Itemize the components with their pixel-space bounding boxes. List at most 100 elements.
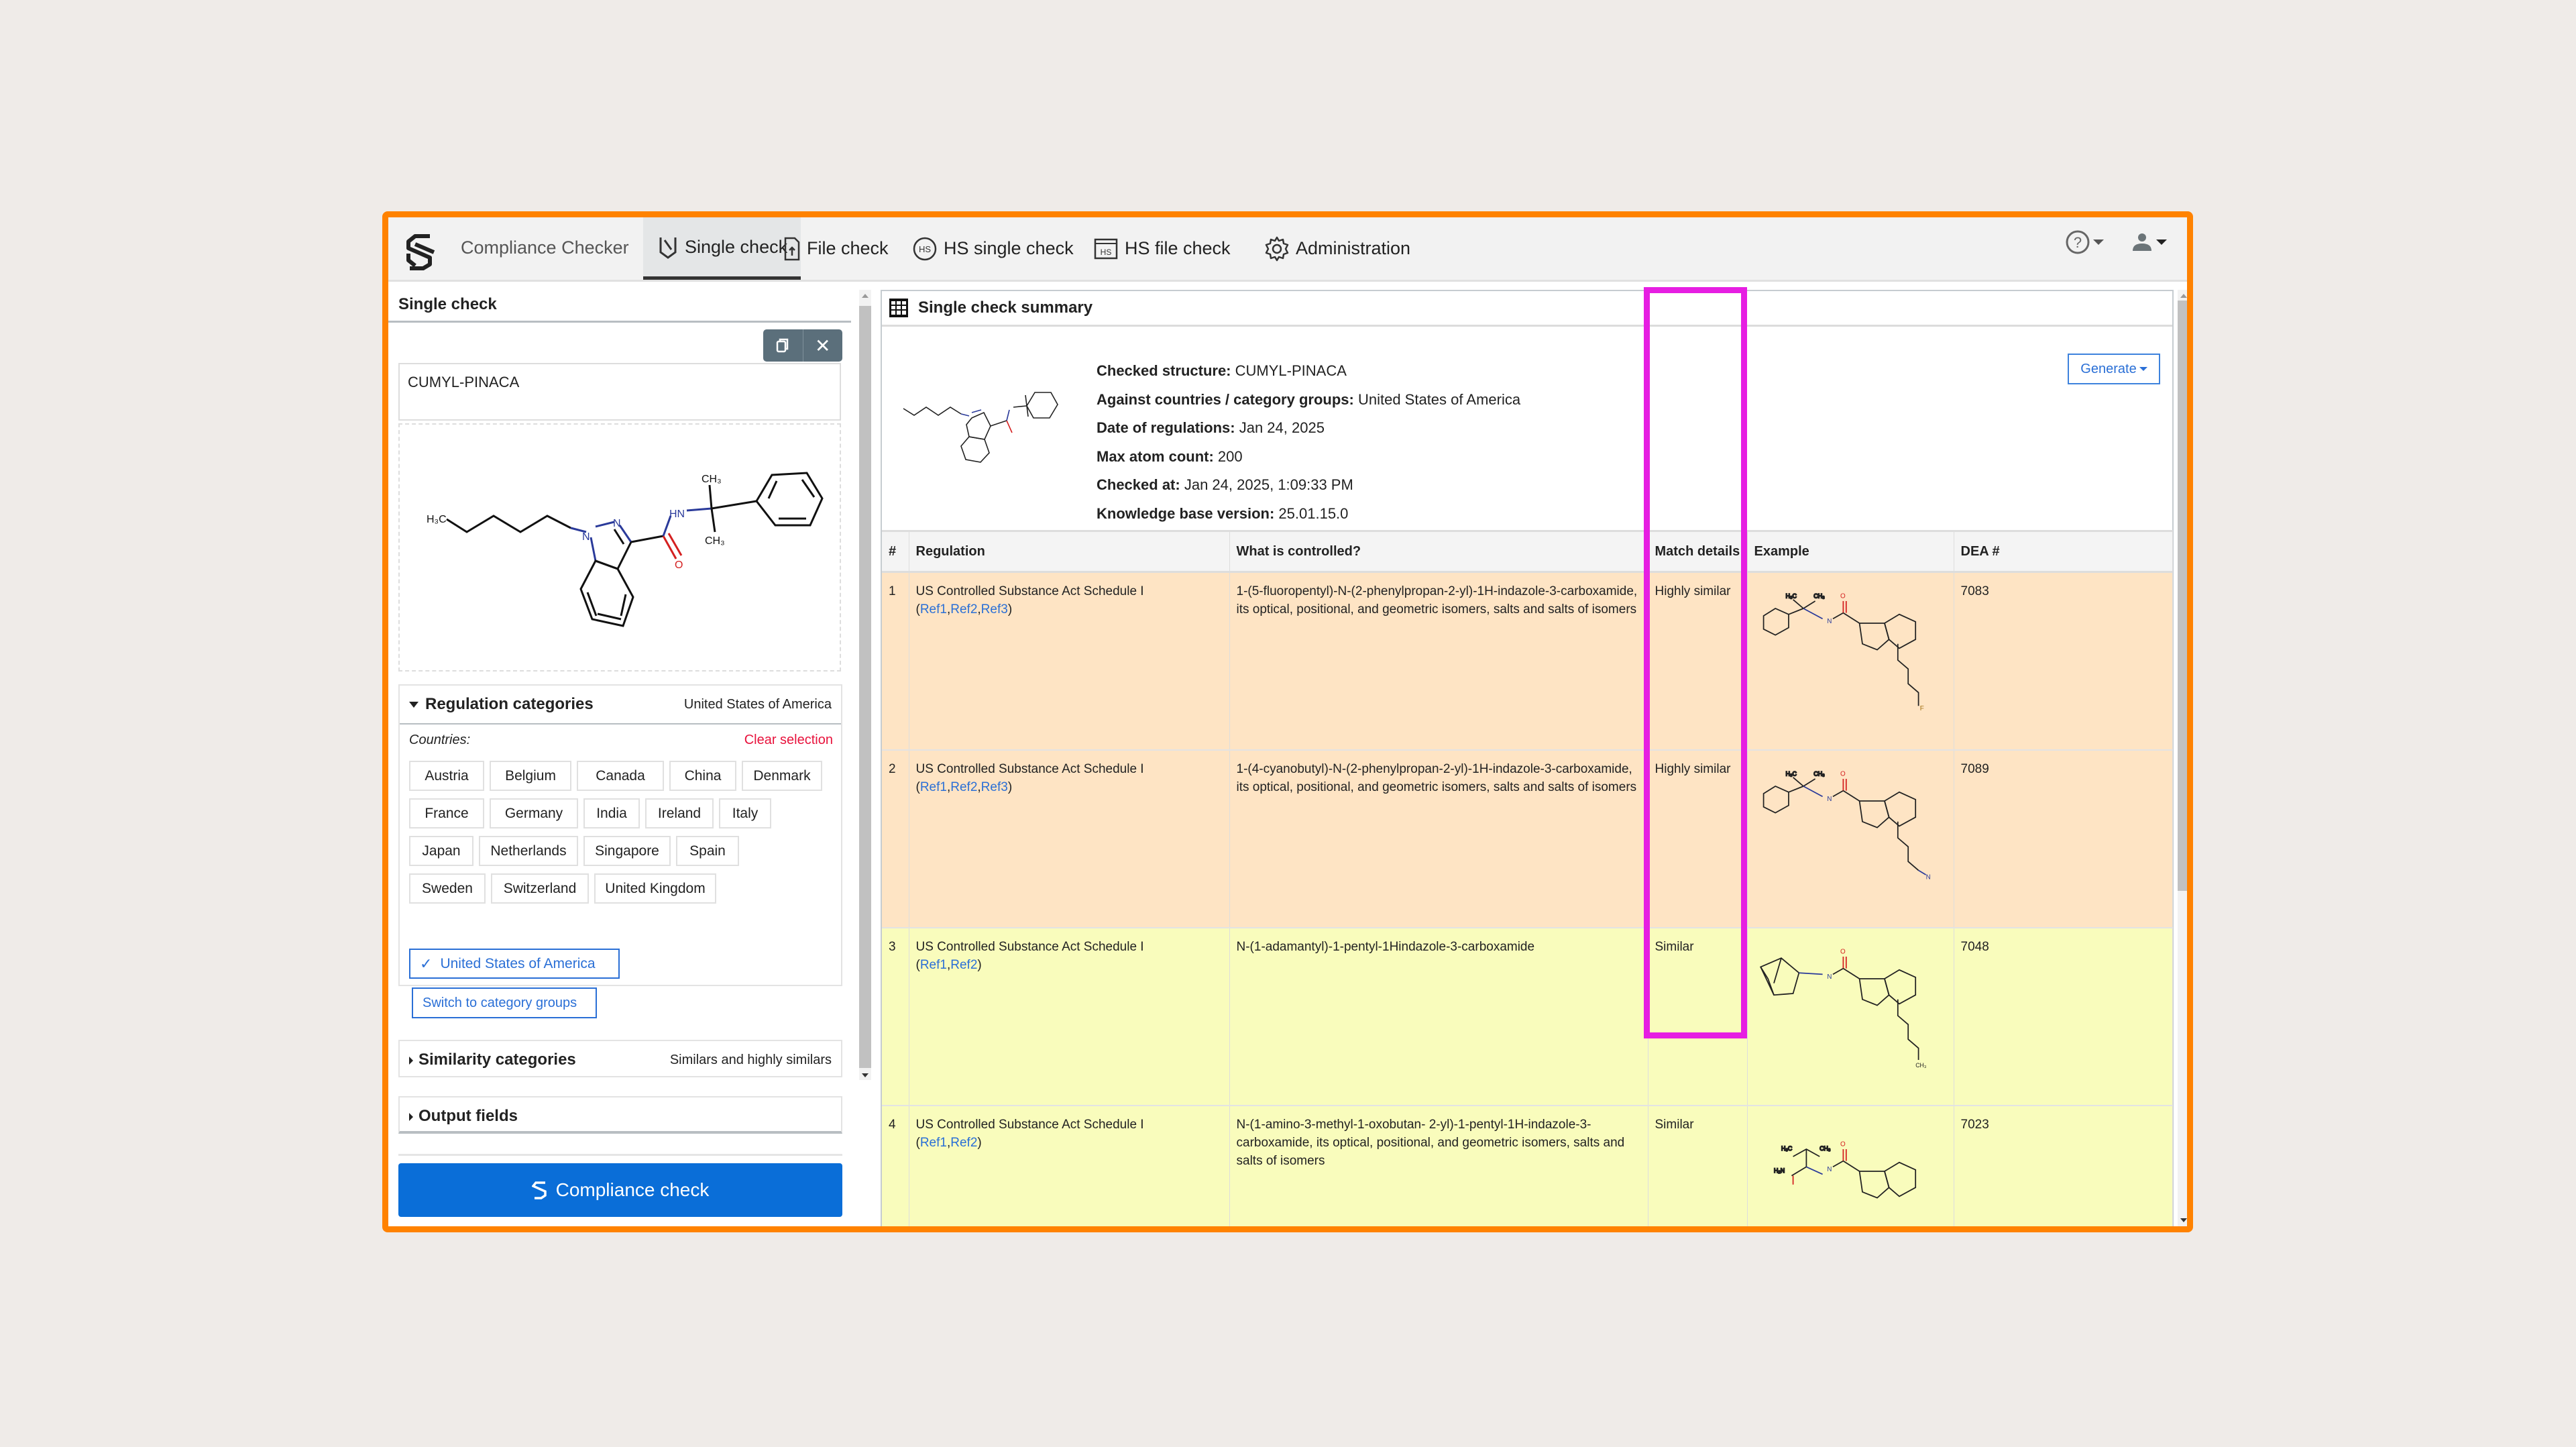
col-dea-number[interactable]: DEA # <box>1954 530 2173 573</box>
field-label: Max atom count: <box>1097 447 1214 465</box>
hs-globe-icon: HS <box>913 237 937 260</box>
help-menu-button[interactable]: ? <box>2065 229 2104 255</box>
scrollbar-thumb[interactable] <box>2178 301 2187 891</box>
right-scrollbar[interactable] <box>2178 290 2187 1226</box>
controlled-cell: 1-(4-cyanobutyl)-N-(2-phenylpropan-2-yl)… <box>1229 749 1648 928</box>
svg-text:H₃C: H₃C <box>1785 770 1797 777</box>
row-number: 1 <box>882 572 909 751</box>
summary-info: Checked structure: CUMYL-PINACA Against c… <box>882 327 2172 530</box>
reference-link[interactable]: Ref2 <box>950 780 977 794</box>
table-row[interactable]: 2 US Controlled Substance Act Schedule I(… <box>882 749 2173 928</box>
similarity-categories-panel[interactable]: Similarity categories Similars and highl… <box>398 1040 842 1077</box>
svg-text:N: N <box>1827 1166 1832 1173</box>
country-chip[interactable]: Canada <box>577 761 664 791</box>
regulation-name: US Controlled Substance Act Schedule I <box>915 939 1144 954</box>
regulation-categories-header[interactable]: Regulation categories United States of A… <box>400 686 841 725</box>
chevron-down-icon <box>2093 239 2104 245</box>
country-chip[interactable]: Austria <box>409 761 484 791</box>
reference-link[interactable]: Ref1 <box>920 780 947 794</box>
reference-link[interactable]: Ref3 <box>981 780 1008 794</box>
reference-links: Ref1,Ref2,Ref3 <box>919 780 1008 794</box>
copy-button[interactable] <box>763 329 803 362</box>
reference-links: Ref1,Ref2 <box>919 957 978 972</box>
reference-link[interactable]: Ref1 <box>920 602 947 617</box>
controlled-cell: N-(1-adamantyl)-1-pentyl-1Hindazole-3-ca… <box>1229 927 1648 1106</box>
country-chip[interactable]: China <box>669 761 736 791</box>
country-chip[interactable]: Japan <box>409 836 473 866</box>
country-chip[interactable]: France <box>409 798 484 828</box>
country-chip[interactable]: Germany <box>490 798 578 828</box>
country-chip[interactable]: India <box>583 798 640 828</box>
chevron-down-icon <box>2156 239 2167 245</box>
table-row[interactable]: 4 US Controlled Substance Act Schedule I(… <box>882 1105 2173 1226</box>
country-chip[interactable]: Italy <box>719 798 771 828</box>
col-example[interactable]: Example <box>1747 530 1954 573</box>
scroll-up-arrow[interactable] <box>862 294 869 298</box>
reference-link[interactable]: Ref2 <box>950 958 977 972</box>
structure-editor[interactable]: H₃C N N HN O CH₃ CH₃ <box>398 423 841 672</box>
clear-selection-link[interactable]: Clear selection <box>744 733 833 748</box>
country-chip[interactable]: Sweden <box>409 873 486 904</box>
scroll-down-arrow[interactable] <box>862 1073 869 1077</box>
country-chip[interactable]: United Kingdom <box>594 873 716 904</box>
svg-text:H₃C: H₃C <box>427 514 447 525</box>
country-chip[interactable]: Denmark <box>742 761 822 791</box>
clear-structure-button[interactable]: ✕ <box>803 329 843 362</box>
reference-link[interactable]: Ref2 <box>950 1136 977 1150</box>
single-check-icon <box>659 237 677 259</box>
svg-text:O: O <box>1840 948 1846 955</box>
regulation-cell: US Controlled Substance Act Schedule I (R… <box>909 572 1230 751</box>
close-icon: ✕ <box>815 335 831 356</box>
table-row[interactable]: 3 US Controlled Substance Act Schedule I(… <box>882 927 2173 1106</box>
field-label: Checked at: <box>1097 476 1180 493</box>
col-match-details[interactable]: Match details <box>1648 530 1748 573</box>
user-icon <box>2133 233 2151 251</box>
divider <box>398 1154 842 1156</box>
col-what-is-controlled[interactable]: What is controlled? <box>1229 530 1648 573</box>
divider <box>388 321 851 323</box>
compliance-check-button[interactable]: Compliance check <box>398 1163 842 1217</box>
summary-field: Against countries / category groups: Uni… <box>1097 386 1520 415</box>
col-number[interactable]: # <box>882 530 909 573</box>
tab-administration[interactable]: Administration <box>1250 217 1424 280</box>
countries-label: Countries: <box>409 733 471 747</box>
caret-right-icon <box>409 1112 413 1121</box>
reference-link[interactable]: Ref1 <box>920 1136 947 1150</box>
country-chip[interactable]: Ireland <box>645 798 714 828</box>
app-window: Compliance Checker Single check File che… <box>382 211 2193 1232</box>
country-chip[interactable]: Belgium <box>490 761 571 791</box>
table-row[interactable]: 1 US Controlled Substance Act Schedule I(… <box>882 572 2173 751</box>
checked-structure-thumbnail <box>903 392 1058 463</box>
tab-hs-file-check[interactable]: HS HS file check <box>1079 217 1244 280</box>
country-chip[interactable]: Singapore <box>583 836 671 866</box>
output-fields-panel[interactable]: Output fields <box>398 1096 842 1134</box>
left-scrollbar[interactable] <box>859 290 871 1080</box>
scroll-down-arrow[interactable] <box>2180 1218 2187 1222</box>
dea-number-cell: 7023 <box>1954 1105 2173 1226</box>
dea-number-cell: 7048 <box>1954 927 2173 1106</box>
scrollbar-thumb[interactable] <box>859 306 871 1068</box>
tab-file-check[interactable]: File check <box>769 217 902 280</box>
svg-text:?: ? <box>2074 234 2082 251</box>
switch-to-category-groups-button[interactable]: Switch to category groups <box>412 987 597 1018</box>
reference-link[interactable]: Ref2 <box>950 602 977 617</box>
svg-text:HS: HS <box>1101 248 1112 257</box>
example-structure: H₃C CH₃ N N O <box>1762 769 1930 881</box>
example-cell: H₂N H₃C CH₃ N O <box>1747 1105 1954 1226</box>
reference-link[interactable]: Ref1 <box>920 958 947 972</box>
reference-link[interactable]: Ref3 <box>981 602 1008 617</box>
table-header-row: # Regulation What is controlled? Match d… <box>882 530 2173 573</box>
country-chip-selected[interactable]: ✓ United States of America <box>409 949 620 979</box>
summary-header: Single check summary <box>882 291 2172 327</box>
regulation-cell: US Controlled Substance Act Schedule I (R… <box>909 927 1230 1106</box>
country-chip[interactable]: Switzerland <box>491 873 589 904</box>
country-chip[interactable]: Netherlands <box>479 836 578 866</box>
scroll-up-arrow[interactable] <box>2180 294 2187 298</box>
country-chip[interactable]: Spain <box>676 836 739 866</box>
user-menu-button[interactable] <box>2131 231 2167 254</box>
col-regulation[interactable]: Regulation <box>909 530 1230 573</box>
tab-hs-single-check[interactable]: HS HS single check <box>898 217 1087 280</box>
field-value: 25.01.15.0 <box>1278 504 1349 522</box>
generate-button[interactable]: Generate <box>2068 354 2160 384</box>
structure-name-input[interactable] <box>398 363 841 421</box>
